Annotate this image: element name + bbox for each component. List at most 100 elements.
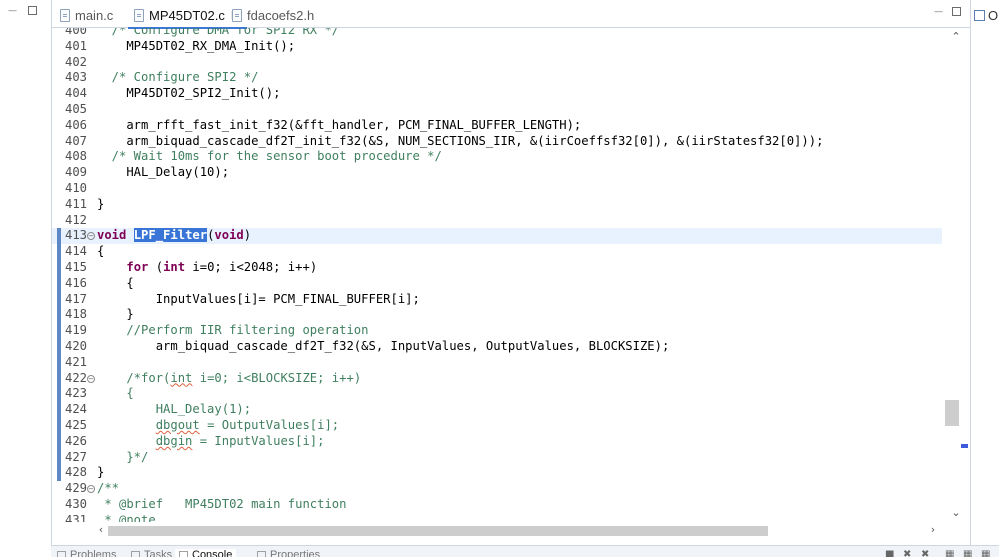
change-indicator <box>57 228 61 245</box>
tab-mp45dt02-c[interactable]: MP45DT02.c ☒ <box>128 4 247 29</box>
scroll-left-icon[interactable]: ‹ <box>94 523 108 537</box>
scroll-lock-icon[interactable]: ▦ <box>945 549 954 557</box>
line-number: 403 <box>64 70 87 85</box>
line-number: 421 <box>64 354 87 369</box>
code-line[interactable]: 431 * @note <box>52 513 942 522</box>
code-line[interactable]: 404 MP45DT02_SPI2_Init(); <box>52 86 942 102</box>
code-line[interactable]: 414 { <box>52 244 942 260</box>
outline-view: O <box>972 0 999 557</box>
tab-label: Console <box>192 549 233 557</box>
display-console-icon[interactable]: ▦ <box>981 549 990 557</box>
pin-console-icon[interactable]: ▦ <box>963 549 972 557</box>
code-line[interactable]: 413− void LPF_Filter(void) <box>52 228 942 245</box>
code-line[interactable]: 406 arm_rfft_fast_init_f32(&fft_handler,… <box>52 118 942 134</box>
code-text: * @brief MP45DT02 main function <box>97 497 346 513</box>
code-line[interactable]: 410 <box>52 181 942 197</box>
tab-outline[interactable]: O <box>974 8 998 23</box>
code-line[interactable]: 401 MP45DT02_RX_DMA_Init(); <box>52 39 942 55</box>
tab-console[interactable]: Console <box>175 549 237 557</box>
change-indicator <box>57 275 61 292</box>
code-line[interactable]: 429−/** <box>52 481 942 497</box>
scroll-right-icon[interactable]: › <box>926 523 940 537</box>
maximize-icon[interactable] <box>28 6 37 15</box>
code-line[interactable]: 419 //Perform IIR filtering operation <box>52 323 942 339</box>
minimize-icon[interactable]: — <box>934 7 944 17</box>
line-number: 423 <box>64 386 87 401</box>
code-line[interactable]: 400 /* Configure DMA for SPI2 RX */ <box>52 28 942 39</box>
code-token: for <box>126 260 149 274</box>
code-line[interactable]: 408 /* Wait 10ms for the sensor boot pro… <box>52 149 942 165</box>
code-line[interactable]: 403 /* Configure SPI2 */ <box>52 70 942 86</box>
code-line[interactable]: 424 HAL_Delay(1); <box>52 402 942 418</box>
code-line[interactable]: 411} <box>52 197 942 213</box>
stop-icon[interactable]: ■ <box>885 549 894 557</box>
code-text-area[interactable]: 400 /* Configure DMA for SPI2 RX */401 M… <box>52 28 942 522</box>
code-line[interactable]: 425 dbgout = OutputValues[i]; <box>52 418 942 434</box>
tab-problems[interactable]: Problems <box>57 549 116 557</box>
code-line[interactable]: 423 { <box>52 386 942 403</box>
code-line[interactable]: 418 } <box>52 307 942 324</box>
code-text: /** <box>97 481 119 497</box>
code-token: void <box>97 228 127 243</box>
line-number: 417 <box>64 291 87 306</box>
code-line[interactable]: 428} <box>52 465 942 482</box>
tab-tasks[interactable]: Tasks <box>131 549 172 557</box>
code-line[interactable]: 427 }*/ <box>52 449 942 466</box>
code-token: ( <box>148 260 164 274</box>
code-line[interactable]: 417 InputValues[i]= PCM_FINAL_BUFFER[i]; <box>52 291 942 308</box>
maximize-icon[interactable] <box>952 7 961 16</box>
tab-fdacoefs2-h[interactable]: fdacoefs2.h <box>232 4 314 26</box>
fold-toggle-icon[interactable]: − <box>87 232 95 241</box>
code-text: dbgout = OutputValues[i]; <box>97 418 339 434</box>
code-token: int <box>163 260 186 274</box>
fold-toggle-icon[interactable]: − <box>87 374 95 383</box>
code-line[interactable]: 426 dbgin = InputValues[i]; <box>52 433 942 450</box>
vertical-scrollbar[interactable]: ⌃ ⌄ <box>942 28 970 522</box>
code-text: MP45DT02_SPI2_Init(); <box>97 86 280 102</box>
code-text: HAL_Delay(1); <box>97 402 251 418</box>
scrollbar-thumb[interactable] <box>108 526 768 536</box>
tab-properties[interactable]: Properties <box>257 549 320 557</box>
overview-marker[interactable] <box>961 444 968 448</box>
code-text: //Perform IIR filtering operation <box>97 323 368 339</box>
fold-toggle-icon[interactable]: − <box>87 485 95 494</box>
tab-main-c[interactable]: main.c <box>60 4 113 26</box>
code-line[interactable]: 420 arm_biquad_cascade_df2T_f32(&S, Inpu… <box>52 339 942 355</box>
change-indicator <box>57 260 61 276</box>
code-token: HAL_Delay(10); <box>97 165 230 180</box>
code-line[interactable]: 409 HAL_Delay(10); <box>52 165 942 181</box>
code-token: arm_biquad_cascade_df2T_f32(&S, InputVal… <box>97 339 670 353</box>
code-line[interactable]: 405 <box>52 102 942 118</box>
line-number: 419 <box>64 323 87 338</box>
code-line[interactable]: 402 <box>52 55 942 71</box>
code-token: { <box>97 386 134 401</box>
line-number: 408 <box>64 149 87 164</box>
code-line[interactable]: 412 <box>52 213 942 229</box>
code-line[interactable]: 421 <box>52 354 942 371</box>
code-text: }*/ <box>97 450 148 466</box>
scroll-down-icon[interactable]: ⌄ <box>948 506 964 520</box>
code-text: } <box>97 197 104 213</box>
code-token: /*for( <box>97 370 171 385</box>
scroll-up-icon[interactable]: ⌃ <box>948 30 964 44</box>
scrollbar-thumb[interactable] <box>945 400 959 426</box>
code-line[interactable]: 430 * @brief MP45DT02 main function <box>52 497 942 513</box>
line-number: 420 <box>64 339 87 353</box>
code-line[interactable]: 415 for (int i=0; i<2048; i++) <box>52 260 942 276</box>
code-text: } <box>97 307 134 323</box>
remove-all-icon[interactable]: ✖ <box>921 549 929 557</box>
horizontal-scrollbar[interactable]: ‹ › <box>96 522 942 540</box>
code-line[interactable]: 422− /*for(int i=0; i<BLOCKSIZE; i++) <box>52 370 942 387</box>
code-token: } <box>97 307 134 322</box>
line-number: 422 <box>64 370 87 385</box>
code-line[interactable]: 416 { <box>52 275 942 292</box>
code-text: arm_rfft_fast_init_f32(&fft_handler, PCM… <box>97 118 581 134</box>
change-indicator <box>57 370 61 387</box>
minimize-icon[interactable]: — <box>8 6 18 16</box>
code-token: arm_rfft_fast_init_f32(&fft_handler, PCM… <box>97 117 582 132</box>
code-token: dbgout <box>155 418 200 432</box>
change-indicator <box>57 465 61 482</box>
code-line[interactable]: 407 arm_biquad_cascade_df2T_init_f32(&S,… <box>52 134 942 150</box>
remove-launch-icon[interactable]: ✖ <box>903 549 911 557</box>
